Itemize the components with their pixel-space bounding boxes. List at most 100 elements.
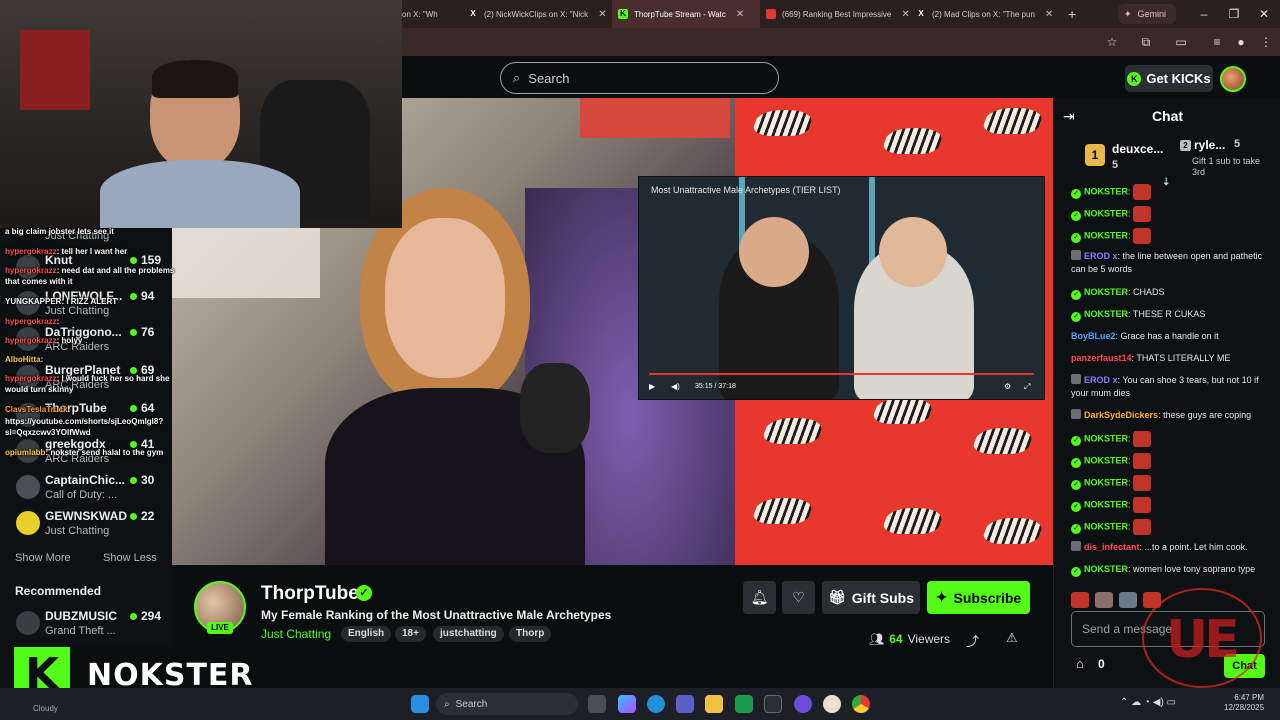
embedded-video[interactable]: Most Unattractive Male Archetypes (TIER … (638, 176, 1045, 400)
play-icon[interactable]: ▶ (649, 382, 655, 391)
chat-username[interactable]: BoyBLue2 (1071, 331, 1116, 341)
profile-icon[interactable]: ● (1233, 34, 1249, 50)
subscribe-button[interactable]: ✦ Subscribe (927, 581, 1030, 614)
system-tray-icons[interactable]: ⌃ ☁ ◔ ◀) ▭ (1120, 697, 1176, 708)
webcam-hoodie (100, 160, 300, 228)
chat-username[interactable]: dis_infectant (1084, 542, 1140, 552)
chat-username[interactable]: EROD x (1084, 375, 1118, 385)
emote-icon[interactable] (1119, 592, 1137, 608)
browser-menu-icon[interactable]: ⋮ (1258, 34, 1274, 50)
store-icon[interactable] (764, 695, 782, 713)
stream-category-link[interactable]: Just Chatting (261, 627, 331, 641)
emote-icon[interactable] (1095, 592, 1113, 608)
chat-username[interactable]: NOKSTER (1084, 521, 1128, 531)
fullscreen-icon[interactable]: ⤢ (1024, 382, 1030, 392)
show-less-button[interactable]: Show Less (103, 552, 157, 564)
chat-username[interactable]: EROD x (1084, 251, 1118, 261)
extensions-icon[interactable]: ⧉ (1138, 34, 1154, 50)
close-window-icon[interactable]: ✕ (1256, 6, 1272, 22)
show-more-button[interactable]: Show More (15, 552, 71, 564)
volume-icon[interactable]: ◀) (671, 382, 680, 391)
close-tab-icon[interactable]: ✕ (901, 9, 909, 20)
stream-tag[interactable]: 18+ (395, 626, 426, 642)
app-icon[interactable] (823, 695, 841, 713)
points-icon[interactable]: ⌂ (1076, 656, 1084, 671)
moderator-badge-icon (1071, 541, 1081, 551)
user-avatar[interactable] (1220, 66, 1246, 92)
sidebar-channel[interactable]: GEWNSKWAD 22 Just Chatting (0, 506, 172, 542)
chat-message: ✓ NOKSTER: (1071, 431, 1276, 447)
edge-icon[interactable] (647, 695, 665, 713)
sidebar-channel-recommended[interactable]: DUBZMUSIC 294 Grand Theft ... (0, 606, 172, 642)
weather-label[interactable]: Cloudy (33, 704, 58, 713)
search-input[interactable]: ⌕ Search (500, 62, 779, 94)
chat-username[interactable]: NOKSTER (1084, 477, 1128, 487)
windows-start-icon[interactable] (411, 695, 429, 713)
emote-icon (1133, 206, 1152, 222)
browser-tab[interactable]: X (2) Mad Clips on X: "The pun ✕ (910, 0, 1060, 28)
chat-username[interactable]: DarkSydeDickers (1084, 410, 1158, 420)
minimize-icon[interactable]: – (1196, 6, 1212, 22)
channel-name[interactable]: ThorpTube (261, 583, 359, 605)
stream-tag[interactable]: English (341, 626, 392, 642)
chat-username[interactable]: NOKSTER (1084, 564, 1128, 574)
video-progress-bar[interactable] (649, 373, 1034, 375)
emote-icon[interactable] (1071, 592, 1089, 608)
stream-tag[interactable]: Thorp (509, 626, 552, 642)
get-kicks-button[interactable]: K Get KICKs (1125, 65, 1213, 92)
share-icon[interactable]: ⤴ (966, 631, 979, 650)
gifter-name[interactable]: deuxce... (1112, 142, 1163, 156)
chat-username[interactable]: panzerfaust14 (1071, 353, 1132, 363)
xbox-icon[interactable] (735, 695, 753, 713)
gemini-button[interactable]: ✦ Gemini (1118, 4, 1176, 24)
reading-list-icon[interactable]: ≡ (1209, 34, 1225, 50)
zebra-pattern (880, 508, 946, 534)
verified-icon: ✓ (1071, 189, 1081, 200)
channel-category: Grand Theft ... (45, 625, 116, 637)
viewer-count-value: 22 (141, 509, 155, 523)
chat-username[interactable]: NOKSTER (1084, 287, 1128, 297)
chat-username[interactable]: NOKSTER (1084, 309, 1128, 319)
app-icon[interactable] (794, 695, 812, 713)
maximize-icon[interactable]: ❐ (1226, 6, 1242, 22)
zebra-pattern (980, 518, 1046, 544)
close-tab-icon[interactable]: ✕ (736, 9, 744, 20)
close-tab-icon[interactable]: ✕ (598, 9, 606, 20)
gift-sub-prompt[interactable]: Gift 1 sub to take 3rd (1192, 156, 1262, 178)
copilot-icon[interactable] (618, 695, 636, 713)
chrome-icon[interactable] (852, 695, 870, 713)
follow-button[interactable]: ♡ (782, 581, 815, 614)
cast-icon[interactable]: ▭ (1173, 34, 1189, 50)
teams-icon[interactable] (676, 695, 694, 713)
overlay-chat-text: : (67, 405, 71, 414)
new-tab-icon[interactable]: + (1062, 0, 1082, 28)
settings-icon[interactable]: ⚙ (1004, 382, 1011, 391)
embedded-video-title: Most Unattractive Male Archetypes (TIER … (651, 185, 841, 195)
close-tab-icon[interactable]: ✕ (1045, 9, 1053, 20)
browser-tab-active[interactable]: K ThorpTube Stream - Watc ✕ (612, 0, 760, 28)
chat-username[interactable]: NOKSTER (1084, 186, 1128, 196)
chat-username[interactable]: NOKSTER (1084, 208, 1128, 218)
chat-message: DarkSydeDickers: these guys are coping (1071, 409, 1276, 422)
live-dot-icon (130, 476, 137, 484)
chat-username[interactable]: NOKSTER (1084, 230, 1128, 240)
report-icon[interactable]: ⚠ (1006, 630, 1018, 646)
chat-username[interactable]: NOKSTER (1084, 455, 1128, 465)
x-logo-icon: X (918, 9, 924, 18)
browser-tab[interactable]: (669) Ranking Best Impressive ✕ (760, 0, 910, 28)
sidebar-channel[interactable]: CaptainChic... 30 Call of Duty: ... (0, 470, 172, 506)
browser-tab[interactable]: X (2) NickWickClips on X: "Nick ✕ (462, 0, 612, 28)
gifter-name[interactable]: ryle... (1194, 138, 1225, 152)
gift-subs-button[interactable]: 🎁︎ Gift Subs (822, 581, 920, 614)
chat-username[interactable]: NOKSTER (1084, 433, 1128, 443)
stream-tag[interactable]: justchatting (433, 626, 504, 642)
task-view-icon[interactable] (588, 695, 606, 713)
taskbar-clock[interactable]: 6:47 PM 12/28/2025 (1224, 693, 1264, 713)
chat-message: panzerfaust14: THATS LITERALLY ME (1071, 352, 1276, 365)
taskbar-search[interactable]: ⌕ Search (436, 693, 578, 715)
bookmark-star-icon[interactable]: ☆ (1104, 34, 1120, 50)
chat-username[interactable]: NOKSTER (1084, 499, 1128, 509)
notification-bell-button[interactable]: 🔔︎ (743, 581, 776, 614)
file-explorer-icon[interactable] (705, 695, 723, 713)
browser-tab[interactable]: on X: "Wh (396, 0, 462, 28)
